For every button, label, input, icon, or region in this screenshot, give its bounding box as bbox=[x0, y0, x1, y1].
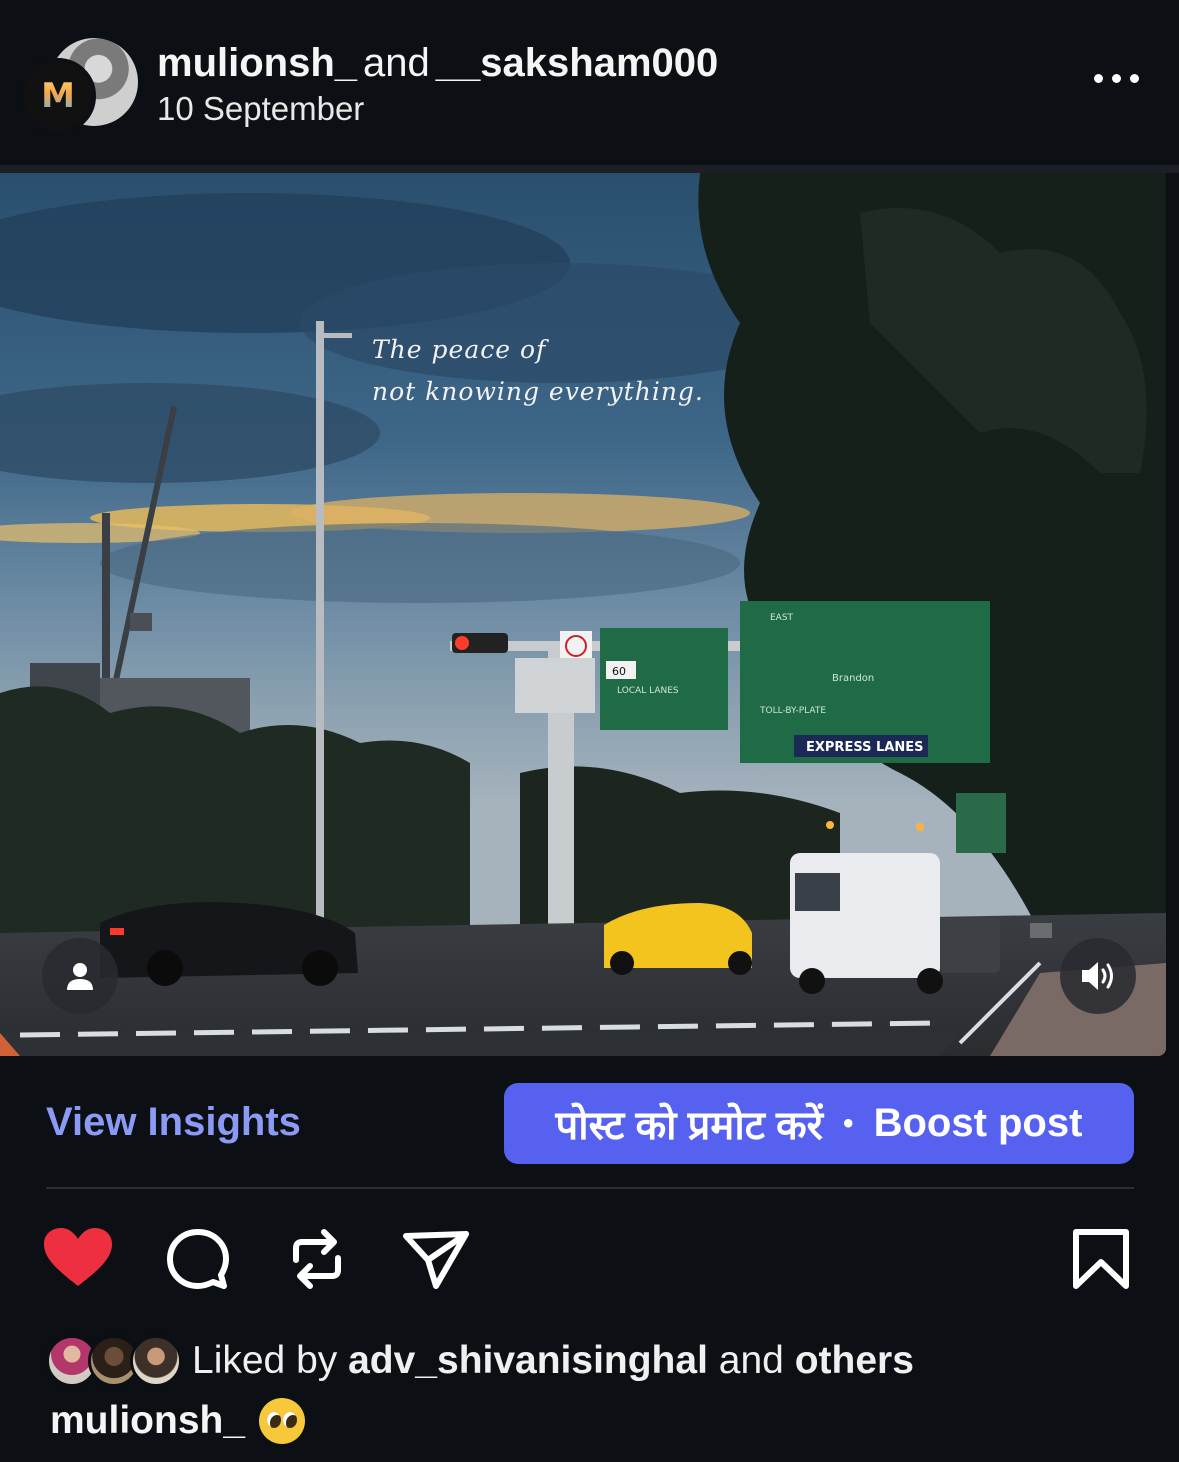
caption-username[interactable]: mulionsh_ bbox=[50, 1399, 245, 1443]
share-button[interactable] bbox=[400, 1226, 472, 1297]
more-horizontal-icon[interactable] bbox=[1094, 74, 1139, 83]
photo-overlay-text: The peace of not knowing everything. bbox=[372, 329, 704, 413]
boost-hindi-label: पोस्ट को प्रमोट करें bbox=[555, 1104, 824, 1148]
overlay-line-2: not knowing everything. bbox=[372, 377, 704, 406]
comment-icon bbox=[167, 1229, 229, 1289]
avatar-logo-letter: M bbox=[41, 76, 75, 116]
actions-divider bbox=[46, 1187, 1134, 1189]
boost-post-button[interactable]: पोस्ट को प्रमोट करें • Boost post bbox=[504, 1083, 1134, 1164]
save-button[interactable] bbox=[1070, 1226, 1132, 1297]
tagged-people-button[interactable] bbox=[42, 938, 118, 1014]
sign-route-number: 60 bbox=[612, 665, 626, 678]
send-icon bbox=[403, 1231, 469, 1289]
sign-brandon: Brandon bbox=[832, 673, 874, 684]
liked-by-prefix: Liked by bbox=[192, 1339, 338, 1382]
overlay-line-1: The peace of bbox=[372, 335, 547, 364]
boost-label: Boost post bbox=[873, 1101, 1083, 1145]
header-divider bbox=[0, 165, 1179, 173]
bookmark-icon bbox=[1073, 1229, 1129, 1289]
post-date: 10 September bbox=[157, 90, 365, 127]
person-tag-icon bbox=[67, 963, 93, 990]
likes-summary[interactable]: Liked by adv_shivanisinghal and others bbox=[46, 1333, 914, 1389]
sign-east: EAST bbox=[770, 613, 794, 623]
author-username[interactable]: mulionsh_ bbox=[157, 41, 357, 85]
post-header: M mulionsh_ and __saksham000 10 September bbox=[0, 0, 1179, 165]
liker-avatars bbox=[46, 1333, 186, 1389]
post-authors: mulionsh_ and __saksham000 bbox=[157, 40, 718, 86]
post-media[interactable]: LOCAL LANES 60 EAST Brandon TOLL-BY-PLAT… bbox=[0, 173, 1166, 1056]
collab-avatars[interactable]: M bbox=[20, 38, 138, 134]
heart-filled-icon bbox=[44, 1228, 112, 1286]
comment-button[interactable] bbox=[164, 1226, 232, 1297]
sound-toggle-button[interactable] bbox=[1060, 938, 1136, 1014]
street-sunset-photo: LOCAL LANES 60 EAST Brandon TOLL-BY-PLAT… bbox=[0, 173, 1166, 1056]
liked-by-user[interactable]: adv_shivanisinghal bbox=[348, 1339, 708, 1382]
authors-connector: and bbox=[363, 41, 430, 85]
pleading-face-emoji bbox=[259, 1398, 306, 1444]
sign-toll-by-plate: TOLL-BY-PLATE bbox=[759, 706, 826, 716]
repost-button[interactable] bbox=[284, 1226, 350, 1297]
like-button[interactable] bbox=[42, 1226, 114, 1295]
liked-by-others[interactable]: others bbox=[795, 1339, 914, 1382]
speaker-on-icon bbox=[1082, 962, 1113, 990]
collaborator-username[interactable]: __saksham000 bbox=[436, 41, 718, 85]
post-caption: mulionsh_ bbox=[50, 1398, 306, 1444]
boost-separator: • bbox=[843, 1106, 854, 1140]
author-avatar[interactable]: M bbox=[20, 58, 96, 134]
liked-by-text: Liked by adv_shivanisinghal and others bbox=[192, 1339, 914, 1383]
sign-express-lanes: EXPRESS LANES bbox=[806, 740, 923, 755]
avatar bbox=[130, 1335, 182, 1387]
liked-by-middle: and bbox=[718, 1339, 784, 1382]
repost-icon bbox=[293, 1229, 341, 1289]
sign-local-lanes: LOCAL LANES bbox=[617, 686, 679, 696]
view-insights-link[interactable]: View Insights bbox=[46, 1100, 301, 1145]
